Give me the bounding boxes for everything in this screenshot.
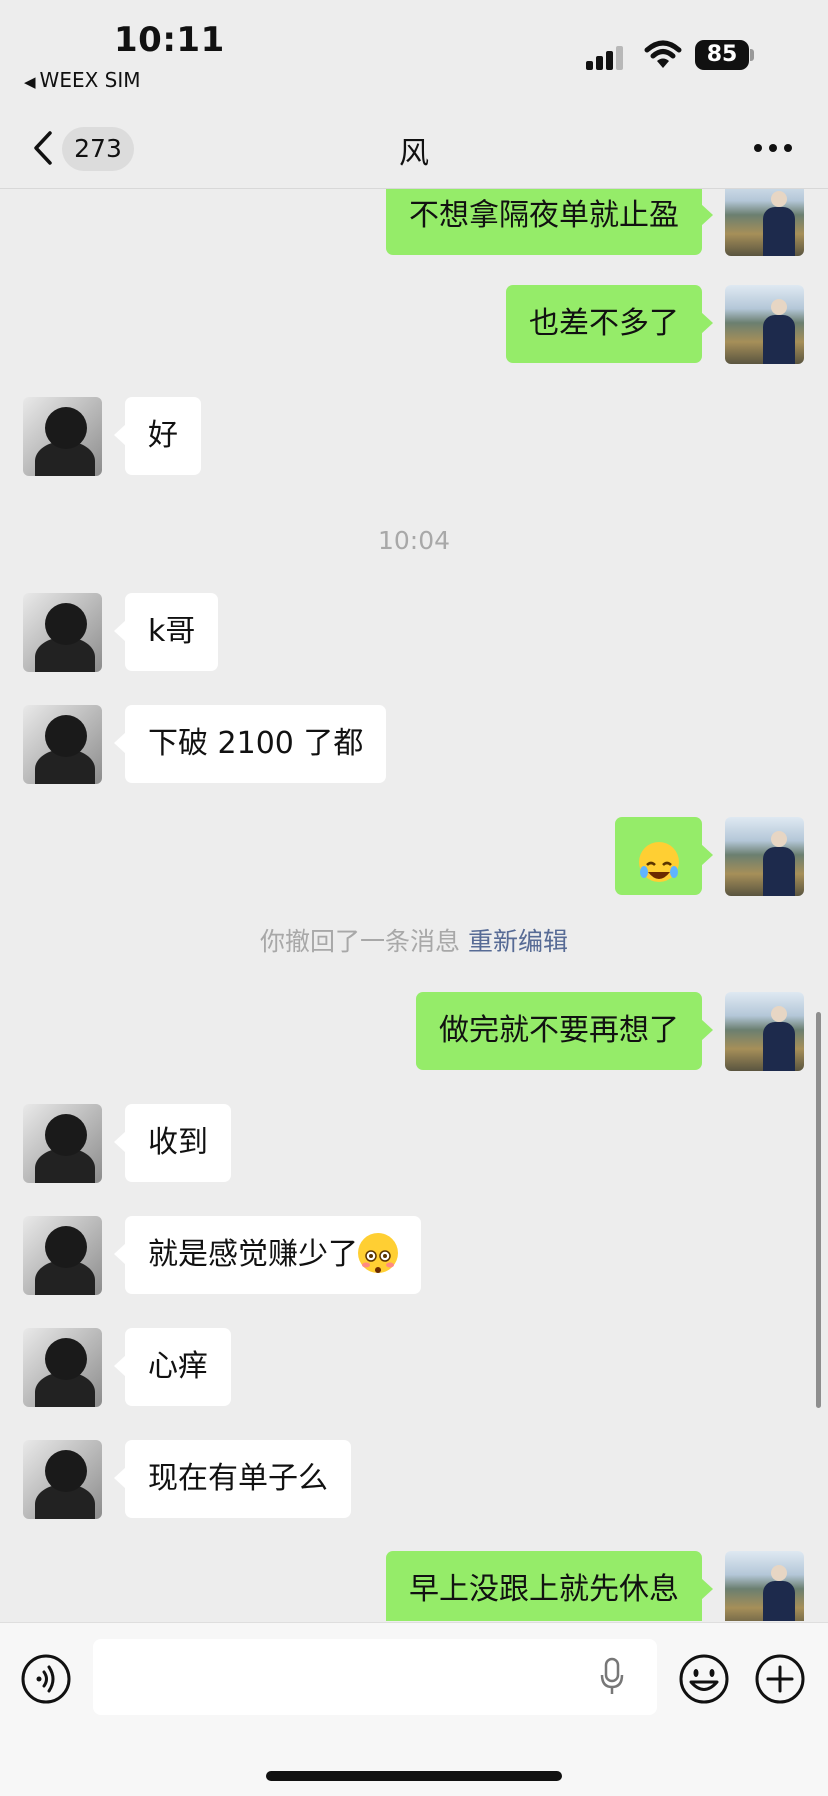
contact-avatar[interactable]	[23, 705, 102, 784]
microphone-icon[interactable]	[599, 1657, 625, 1697]
message-text: 就是感觉赚少了	[148, 1237, 358, 1272]
message-bubble-outgoing[interactable]: 做完就不要再想了	[416, 992, 713, 1070]
my-avatar[interactable]	[725, 189, 804, 256]
recall-notice: 你撤回了一条消息 重新编辑	[0, 922, 828, 958]
flushed-emoji	[358, 1232, 398, 1273]
message-bubble-outgoing[interactable]: 早上没跟上就先休息	[386, 1551, 713, 1621]
message-bubble-incoming[interactable]: 好	[114, 397, 201, 475]
status-time: 10:11	[114, 20, 225, 60]
message-input[interactable]	[93, 1639, 657, 1715]
contact-avatar[interactable]	[23, 1440, 102, 1519]
back-to-app-icon: ◀	[24, 73, 36, 91]
message-bubble-incoming[interactable]: 现在有单子么	[114, 1440, 351, 1518]
message-bubble-incoming[interactable]: 心痒	[114, 1328, 231, 1406]
voice-mode-icon[interactable]	[20, 1653, 72, 1705]
scrollbar[interactable]	[816, 1012, 821, 1408]
home-indicator[interactable]	[266, 1771, 562, 1781]
message-bubble-incoming[interactable]: 就是感觉赚少了	[114, 1216, 421, 1294]
battery-indicator: 85	[695, 40, 749, 70]
contact-avatar[interactable]	[23, 1216, 102, 1295]
contact-avatar[interactable]	[23, 593, 102, 672]
contact-avatar[interactable]	[23, 397, 102, 476]
message-bubble-outgoing[interactable]	[615, 817, 713, 895]
contact-avatar[interactable]	[23, 1104, 102, 1183]
carrier-name: WEEX SIM	[39, 68, 141, 92]
wifi-icon	[644, 40, 682, 68]
carrier-label[interactable]: ◀ WEEX SIM	[24, 68, 141, 92]
recall-text: 你撤回了一条消息	[259, 927, 460, 956]
re-edit-link[interactable]: 重新编辑	[468, 927, 568, 956]
back-chevron-icon[interactable]	[28, 128, 58, 168]
chat-header: 风 273	[0, 110, 828, 189]
cellular-signal-icon	[586, 44, 626, 70]
message-bubble-incoming[interactable]: 下破 2100 了都	[113, 705, 387, 783]
more-dots-icon[interactable]	[754, 144, 794, 154]
input-bar	[0, 1622, 828, 1796]
message-list[interactable]: 不想拿隔夜单就止盈 也差不多了 好 10:04 k哥 下破 2100 了都 你撤…	[0, 189, 828, 1621]
my-avatar[interactable]	[725, 992, 804, 1071]
my-avatar[interactable]	[725, 1551, 804, 1621]
my-avatar[interactable]	[725, 285, 804, 364]
status-bar: 10:11 ◀ WEEX SIM 85	[0, 0, 828, 110]
tears-of-joy-emoji	[639, 842, 679, 882]
message-bubble-outgoing[interactable]: 不想拿隔夜单就止盈	[386, 189, 713, 255]
emoji-icon[interactable]	[678, 1653, 730, 1705]
message-bubble-outgoing[interactable]: 也差不多了	[506, 285, 713, 363]
my-avatar[interactable]	[725, 817, 804, 896]
message-timestamp: 10:04	[377, 526, 451, 555]
unread-count-badge[interactable]: 273	[62, 127, 134, 171]
message-bubble-incoming[interactable]: 收到	[114, 1104, 231, 1182]
plus-icon[interactable]	[754, 1653, 806, 1705]
contact-avatar[interactable]	[23, 1328, 102, 1407]
message-bubble-incoming[interactable]: k哥	[113, 593, 219, 671]
battery-tip	[750, 49, 754, 61]
